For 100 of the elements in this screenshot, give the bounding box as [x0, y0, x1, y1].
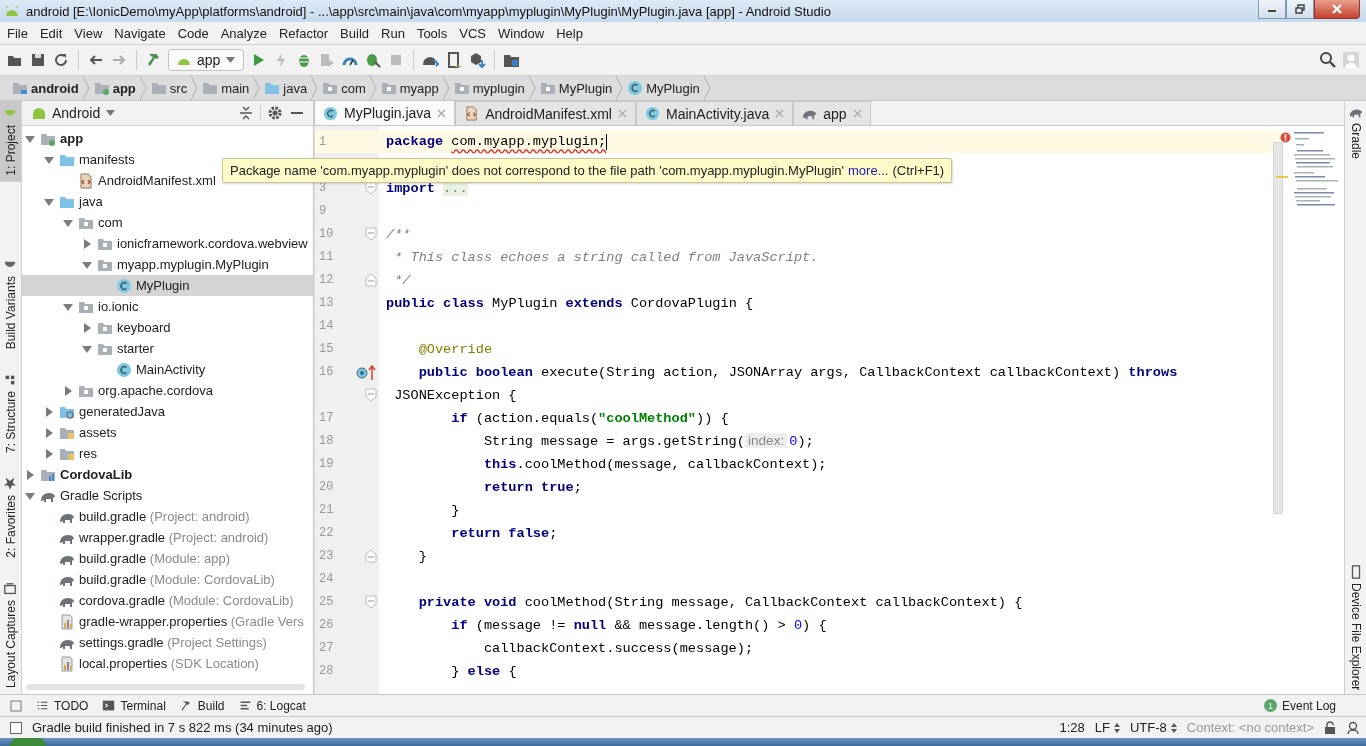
tool-window-tab[interactable]: Layout Captures: [0, 575, 21, 694]
editor-tab[interactable]: app: [793, 101, 871, 125]
restore-button[interactable]: [1286, 0, 1314, 19]
tree-row[interactable]: org.apache.cordova: [22, 380, 313, 401]
tool-window-tab[interactable]: 1: Project: [0, 101, 21, 182]
tool-window-tab[interactable]: Gradle: [1348, 101, 1363, 164]
menu-item[interactable]: View: [68, 25, 109, 41]
menu-item[interactable]: Run: [375, 25, 411, 41]
tree-row[interactable]: wrapper.gradle (Project: android): [22, 527, 313, 548]
breadcrumb-item[interactable]: android: [31, 80, 79, 96]
more-link[interactable]: more...: [848, 163, 889, 178]
breadcrumb-item[interactable]: myplugin: [472, 80, 525, 96]
tree-row[interactable]: generatedJava: [22, 401, 313, 422]
tree-label[interactable]: java: [79, 194, 103, 209]
settings-icon[interactable]: [267, 105, 283, 121]
tree-row[interactable]: MainActivity: [22, 359, 313, 380]
save-icon[interactable]: [29, 51, 47, 69]
menu-item[interactable]: Help: [550, 25, 589, 41]
horizontal-scrollbar[interactable]: [26, 684, 305, 690]
tree-row[interactable]: keyboard: [22, 317, 313, 338]
tree-label[interactable]: settings.gradle (Project Settings): [79, 635, 267, 650]
breadcrumb-item[interactable]: app: [112, 80, 136, 96]
collapsed-arrow-icon[interactable]: [81, 321, 93, 334]
breadcrumb-item[interactable]: java: [283, 80, 308, 96]
tree-row[interactable]: starter: [22, 338, 313, 359]
breadcrumb-item[interactable]: MyPlugin: [646, 80, 700, 96]
tree-row[interactable]: assets: [22, 422, 313, 443]
start-button[interactable]: [10, 738, 46, 746]
menu-item[interactable]: Edit: [33, 25, 69, 41]
tree-label[interactable]: AndroidManifest.xml: [98, 173, 216, 188]
sdk-manager-icon[interactable]: [468, 51, 487, 69]
tree-label[interactable]: wrapper.gradle (Project: android): [79, 530, 269, 545]
tree-row[interactable]: ionicframework.cordova.webview: [22, 233, 313, 254]
tree-label[interactable]: MyPlugin: [136, 278, 190, 293]
fold-marker-icon[interactable]: [365, 180, 377, 195]
view-selector-dropdown[interactable]: Android: [32, 105, 116, 121]
tool-window-button[interactable]: TODO: [36, 698, 89, 713]
tree-label[interactable]: app: [60, 131, 84, 146]
tree-label[interactable]: org.apache.cordova: [98, 383, 213, 398]
tree-label[interactable]: MainActivity: [136, 362, 206, 377]
tree-row[interactable]: Gradle Scripts: [22, 485, 313, 506]
tree-row[interactable]: app: [22, 128, 313, 149]
tree-label[interactable]: io.ionic: [98, 299, 139, 314]
tree-row[interactable]: CordovaLib: [22, 464, 313, 485]
tool-window-button[interactable]: 6: Logcat: [238, 698, 306, 713]
tree-label[interactable]: res: [79, 446, 98, 461]
collapsed-arrow-icon[interactable]: [62, 384, 74, 397]
collapse-all-icon[interactable]: [238, 105, 254, 121]
menu-item[interactable]: Code: [171, 25, 215, 41]
tree-row[interactable]: settings.gradle (Project Settings): [22, 632, 313, 653]
tree-label[interactable]: build.gradle (Module: app): [79, 551, 231, 566]
scrollbar-thumb[interactable]: [1273, 142, 1283, 514]
fold-marker-icon[interactable]: [365, 548, 377, 563]
tree-row[interactable]: java: [22, 191, 313, 212]
close-icon[interactable]: [437, 108, 447, 118]
tree-row[interactable]: build.gradle (Module: CordovaLib): [22, 569, 313, 590]
menu-item[interactable]: Navigate: [108, 25, 172, 41]
menu-item[interactable]: Window: [491, 25, 551, 41]
tool-window-tab[interactable]: 2: Favorites: [0, 470, 21, 564]
run-configuration-dropdown[interactable]: app: [168, 49, 245, 71]
tree-label[interactable]: Gradle Scripts: [60, 488, 143, 503]
editor-tab[interactable]: MainActivity.java: [636, 101, 794, 125]
tool-window-tab[interactable]: 7: Structure: [0, 366, 21, 459]
tool-window-button[interactable]: Build: [179, 698, 225, 713]
menu-item[interactable]: Analyze: [214, 25, 273, 41]
close-button[interactable]: [1314, 0, 1360, 19]
fold-marker-icon[interactable]: [365, 387, 377, 402]
breadcrumb-item[interactable]: com: [341, 80, 366, 96]
breadcrumb-item[interactable]: MyPlugin: [558, 80, 613, 96]
tool-window-tab[interactable]: Build Variants: [0, 251, 21, 355]
sync-icon[interactable]: [52, 51, 70, 69]
tree-label[interactable]: build.gradle (Project: android): [79, 509, 250, 524]
tree-label[interactable]: build.gradle (Module: CordovaLib): [79, 572, 275, 587]
tree-row[interactable]: build.gradle (Module: app): [22, 548, 313, 569]
editor-tab[interactable]: MyPlugin.java: [314, 100, 456, 125]
tree-row[interactable]: cordova.gradle (Module: CordovaLib): [22, 590, 313, 611]
tree-label[interactable]: starter: [117, 341, 154, 356]
tree-label[interactable]: ionicframework.cordova.webview: [117, 236, 308, 251]
tree-label[interactable]: gradle-wrapper.properties (Gradle Vers: [79, 614, 304, 629]
event-log-button[interactable]: 1 Event Log: [1263, 698, 1336, 713]
tool-window-button[interactable]: Terminal: [102, 698, 166, 713]
line-separator-selector[interactable]: LF: [1094, 720, 1120, 735]
search-icon[interactable]: [1319, 51, 1337, 69]
collapsed-arrow-icon[interactable]: [81, 237, 93, 250]
tree-label[interactable]: CordovaLib: [60, 467, 133, 482]
menu-item[interactable]: VCS: [453, 25, 492, 41]
breadcrumb-item[interactable]: myapp: [399, 80, 439, 96]
menu-item[interactable]: Refactor: [272, 25, 335, 41]
tree-row[interactable]: gradle-wrapper.properties (Gradle Vers: [22, 611, 313, 632]
tree-label[interactable]: cordova.gradle (Module: CordovaLib): [79, 593, 294, 608]
fold-marker-icon[interactable]: [365, 594, 377, 609]
tree-row[interactable]: myapp.myplugin.MyPlugin: [22, 254, 313, 275]
fold-marker-icon[interactable]: [365, 272, 377, 287]
menu-item[interactable]: Build: [334, 25, 375, 41]
tree-label[interactable]: assets: [79, 425, 117, 440]
encoding-selector[interactable]: UTF-8: [1129, 720, 1177, 735]
minimize-button[interactable]: [1258, 0, 1286, 19]
tree-label[interactable]: keyboard: [117, 320, 171, 335]
cursor-position[interactable]: 1:28: [1059, 720, 1085, 735]
editor-tab[interactable]: AndroidManifest.xml: [455, 101, 636, 125]
